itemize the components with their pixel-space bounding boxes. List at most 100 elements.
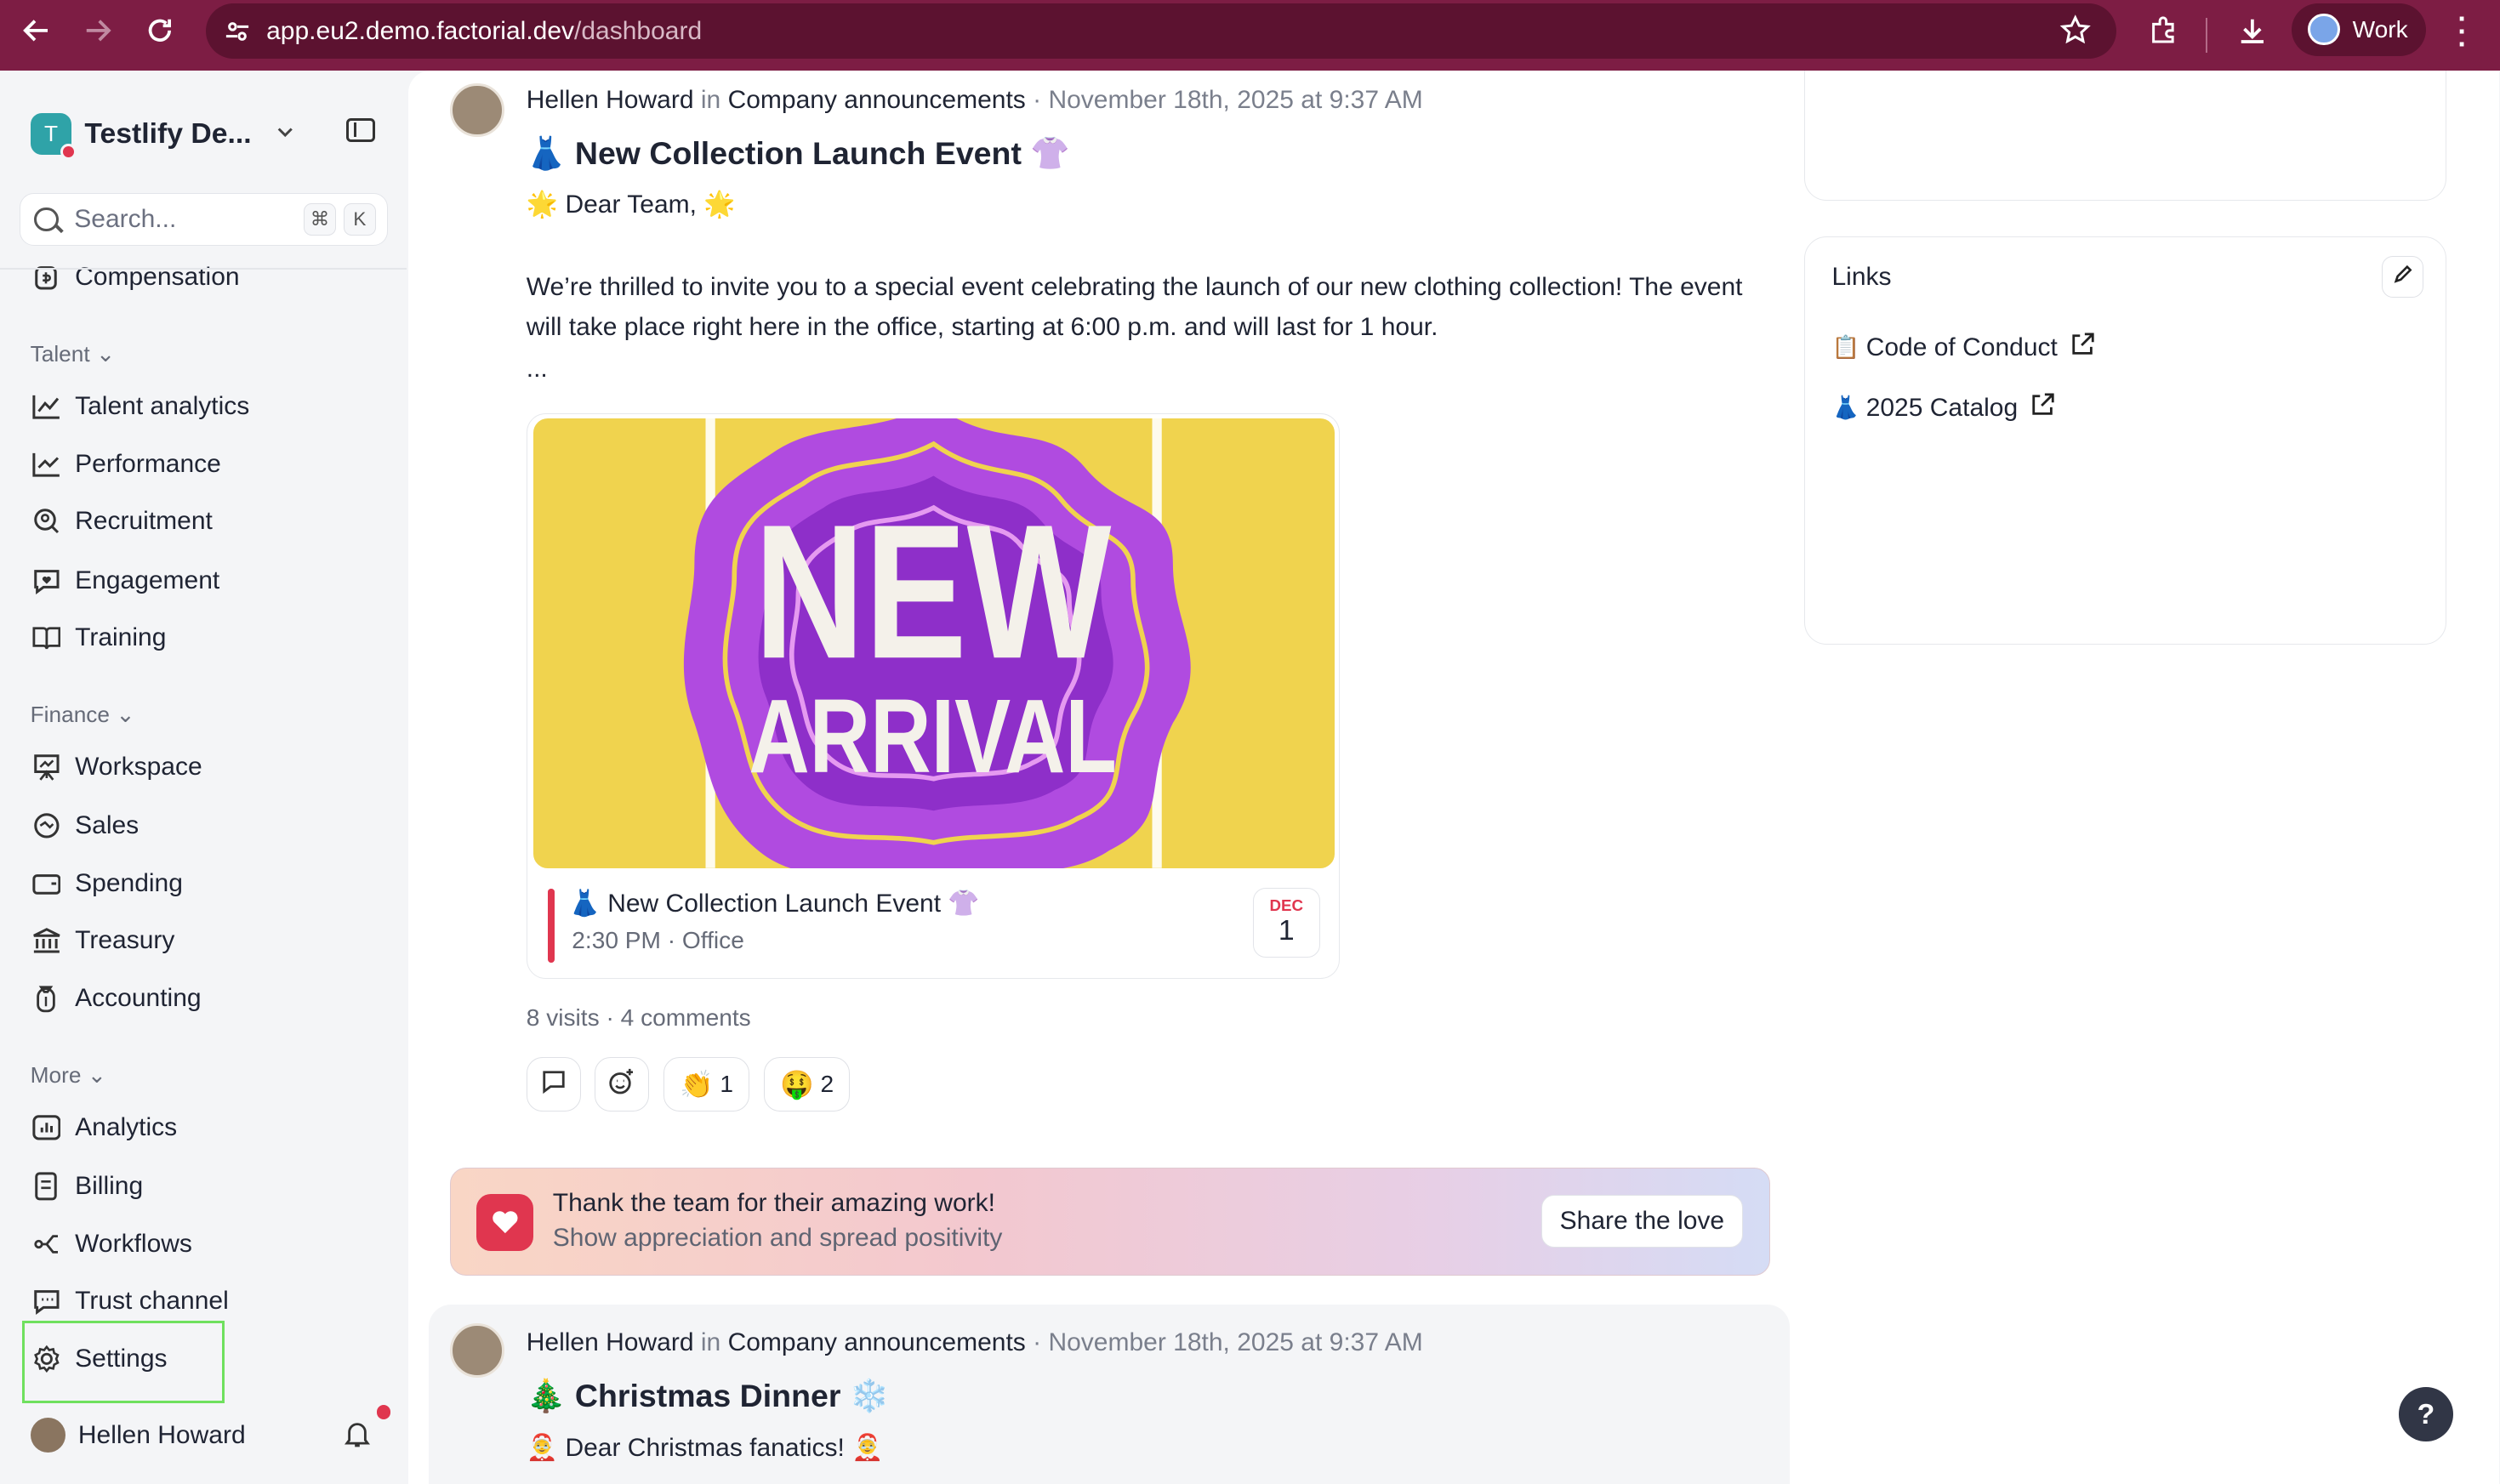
notification-dot — [376, 1404, 391, 1419]
sidebar-item-label: Treasury — [75, 926, 175, 955]
main-content: Hellen Howard in Company announcements ·… — [408, 70, 2500, 1484]
post-timestamp: · November 18th, 2025 at 9:37 AM — [1033, 86, 1423, 115]
presentation-icon — [31, 751, 63, 783]
browser-menu-icon[interactable]: · · · — [2446, 4, 2479, 59]
chevron-down-icon: ⌄ — [95, 341, 115, 367]
profile-avatar — [2308, 13, 2340, 46]
post-channel[interactable]: Company announcements — [728, 86, 1026, 114]
section-label: More — [30, 1061, 82, 1088]
sidebar-item-workflows[interactable]: Workflows — [31, 1228, 192, 1260]
browser-toolbar: app.eu2.demo.factorial.dev/dashboard Wor… — [0, 0, 2500, 71]
sidebar-item-label: Recruitment — [75, 507, 213, 536]
sidebar-item-label: Talent analytics — [75, 392, 250, 421]
bookmark-star-icon[interactable] — [2059, 14, 2092, 54]
banner-text-line1: NEW — [755, 486, 1113, 699]
search-placeholder: Search... — [74, 204, 177, 233]
url-text: app.eu2.demo.factorial.dev/dashboard — [266, 17, 702, 46]
profile-button[interactable]: Work — [2292, 3, 2426, 56]
links-title: Links — [1831, 262, 1892, 291]
share-the-love-button[interactable]: Share the love — [1541, 1195, 1743, 1248]
post-timestamp: · November 18th, 2025 at 9:37 AM — [1033, 1328, 1423, 1356]
avatar[interactable] — [449, 1323, 504, 1378]
avatar — [30, 1417, 65, 1453]
event-time-location: 2:30 PM · Office — [572, 927, 744, 954]
edit-links-button[interactable] — [2382, 256, 2424, 298]
workspace-switcher[interactable]: T Testlify De... — [30, 113, 252, 160]
sidebar: T Testlify De... Search... ⌘ K Compensat… — [0, 70, 407, 1484]
link-2025-catalog[interactable]: 👗 2025 Catalog — [1832, 393, 2055, 423]
bell-icon[interactable] — [345, 1419, 370, 1454]
sidebar-item-recruitment[interactable]: Recruitment — [31, 505, 213, 537]
sidebar-item-label: Workflows — [75, 1229, 192, 1258]
links-card: Links 📋 Code of Conduct 👗 2025 Catalog — [1803, 236, 2447, 645]
user-menu[interactable]: Hellen Howard — [30, 1417, 246, 1453]
sidebar-item-sales[interactable]: Sales — [31, 810, 139, 843]
trend-up-icon — [31, 448, 63, 480]
post-author[interactable]: Hellen Howard — [527, 86, 694, 114]
chevron-down-icon: ⌄ — [116, 702, 135, 727]
sidebar-item-label: Billing — [75, 1172, 144, 1200]
clipboard-icon: 📋 — [1831, 334, 1860, 361]
post-author[interactable]: Hellen Howard — [527, 1328, 694, 1356]
sidebar-item-trust-channel[interactable]: Trust channel — [31, 1285, 229, 1317]
sidebar-collapse-icon[interactable] — [345, 117, 375, 142]
event-color-bar — [548, 889, 555, 963]
sidebar-item-label: Spending — [75, 868, 183, 897]
workspace-initial: T — [43, 121, 59, 146]
sidebar-item-billing[interactable]: Billing — [31, 1170, 144, 1203]
sidebar-item-performance[interactable]: Performance — [31, 448, 221, 480]
url-path: /dashboard — [574, 16, 703, 45]
sidebar-item-accounting[interactable]: Accounting — [31, 982, 202, 1015]
add-reaction-button[interactable] — [595, 1057, 650, 1112]
sidebar-item-treasury[interactable]: Treasury — [31, 925, 175, 958]
search-icon — [34, 207, 59, 231]
reaction-clap[interactable]: 👏 1 — [663, 1057, 750, 1112]
chevron-down-icon[interactable] — [276, 122, 295, 147]
link-code-of-conduct[interactable]: 📋 Code of Conduct — [1832, 333, 2094, 362]
chevron-down-icon: ⌄ — [87, 1061, 106, 1088]
post-channel[interactable]: Company announcements — [728, 1328, 1026, 1356]
sidebar-item-spending[interactable]: Spending — [31, 867, 183, 900]
post-title[interactable]: 🎄 Christmas Dinner ❄️ — [527, 1378, 890, 1415]
post-greeting: 🌟 Dear Team, 🌟 — [526, 190, 736, 219]
post-ellipsis: ... — [526, 354, 548, 383]
comment-button[interactable] — [526, 1057, 581, 1112]
sidebar-item-label: Performance — [75, 449, 221, 478]
reaction-emoji: 🤑 — [780, 1069, 815, 1100]
sidebar-item-label: Workspace — [75, 752, 202, 781]
post-title[interactable]: 👗 New Collection Launch Event 👚 — [527, 135, 1070, 173]
address-bar[interactable]: app.eu2.demo.factorial.dev/dashboard — [205, 3, 2117, 60]
person-search-icon — [31, 505, 63, 537]
post-greeting: 🤶 Dear Christmas fanatics! 🤶 — [526, 1434, 884, 1462]
section-finance[interactable]: Finance ⌄ — [31, 702, 135, 728]
chat-bubble-icon — [31, 1285, 63, 1317]
forward-icon[interactable] — [67, 0, 128, 60]
post-card: Hellen Howard in Company announcements ·… — [429, 1304, 1790, 1484]
sidebar-item-workspace[interactable]: Workspace — [31, 751, 202, 783]
sidebar-item-engagement[interactable]: Engagement — [31, 565, 219, 597]
widget-card — [1803, 70, 2447, 202]
section-talent[interactable]: Talent ⌄ — [31, 341, 115, 367]
section-label: Talent — [30, 341, 90, 367]
heart-icon — [476, 1193, 534, 1251]
avatar[interactable] — [449, 82, 504, 138]
reload-icon[interactable] — [129, 0, 190, 60]
extensions-icon[interactable] — [2133, 0, 2193, 60]
money-bag-icon — [31, 982, 63, 1015]
sidebar-item-analytics[interactable]: Analytics — [31, 1112, 177, 1144]
sidebar-item-label: Training — [75, 623, 167, 651]
site-settings-icon[interactable] — [222, 15, 254, 48]
download-icon[interactable] — [2222, 0, 2282, 60]
back-icon[interactable] — [7, 0, 67, 60]
post-stats[interactable]: 8 visits · 4 comments — [527, 1004, 751, 1032]
help-button[interactable]: ? — [2399, 1387, 2453, 1441]
section-more[interactable]: More ⌄ — [31, 1062, 106, 1089]
event-card[interactable]: NEW ARRIVAL 👗 New Collection Launch Even… — [526, 412, 1340, 980]
post-in: in — [700, 86, 721, 115]
sidebar-item-training[interactable]: Training — [31, 622, 167, 654]
reaction-money-face[interactable]: 🤑 2 — [764, 1057, 851, 1112]
sidebar-item-talent-analytics[interactable]: Talent analytics — [31, 390, 250, 423]
workspace-logo: T — [30, 113, 77, 160]
search-input[interactable]: Search... ⌘ K — [19, 192, 388, 246]
sidebar-item-compensation[interactable]: Compensation — [31, 262, 240, 294]
